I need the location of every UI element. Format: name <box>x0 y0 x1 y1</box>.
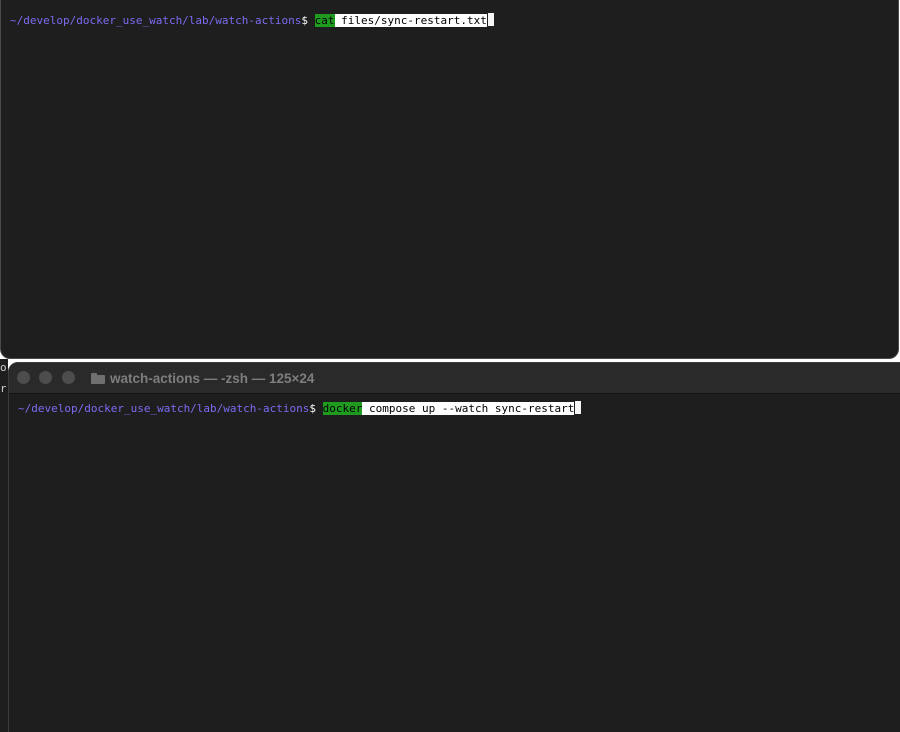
minimize-window-button[interactable] <box>39 371 52 384</box>
close-window-button[interactable] <box>17 371 30 384</box>
window-title-text: watch-actions — -zsh — 125×24 <box>110 370 315 386</box>
window-title: watch-actions — -zsh — 125×24 <box>91 363 314 393</box>
command-arguments: files/sync-restart.txt <box>334 14 487 27</box>
folder-icon <box>91 372 105 384</box>
edge-text-fragment: r <box>0 382 6 395</box>
terminal-window-foreground[interactable]: watch-actions — -zsh — 125×24 ~/develop/… <box>8 362 900 732</box>
terminal-prompt-line[interactable]: ~/develop/docker_use_watch/lab/watch-act… <box>18 401 582 416</box>
partial-window-edge: o r <box>0 359 8 732</box>
prompt-path: ~/develop/docker_use_watch/lab/watch-act… <box>10 14 302 27</box>
window-titlebar[interactable]: watch-actions — -zsh — 125×24 <box>9 363 900 394</box>
text-cursor <box>575 401 582 414</box>
text-cursor <box>487 13 494 26</box>
terminal-prompt-line[interactable]: ~/develop/docker_use_watch/lab/watch-act… <box>10 13 494 28</box>
prompt-symbol: $ <box>301 14 315 27</box>
zoom-window-button[interactable] <box>62 371 75 384</box>
command-arguments: compose up --watch sync-restart <box>362 402 575 415</box>
command-name: docker <box>322 402 363 415</box>
prompt-path: ~/develop/docker_use_watch/lab/watch-act… <box>18 402 310 415</box>
desktop: ~/develop/docker_use_watch/lab/watch-act… <box>0 0 900 732</box>
command-name: cat <box>314 14 335 27</box>
prompt-symbol: $ <box>309 402 323 415</box>
terminal-window-background[interactable]: ~/develop/docker_use_watch/lab/watch-act… <box>0 0 899 359</box>
edge-text-fragment: o <box>0 361 6 374</box>
